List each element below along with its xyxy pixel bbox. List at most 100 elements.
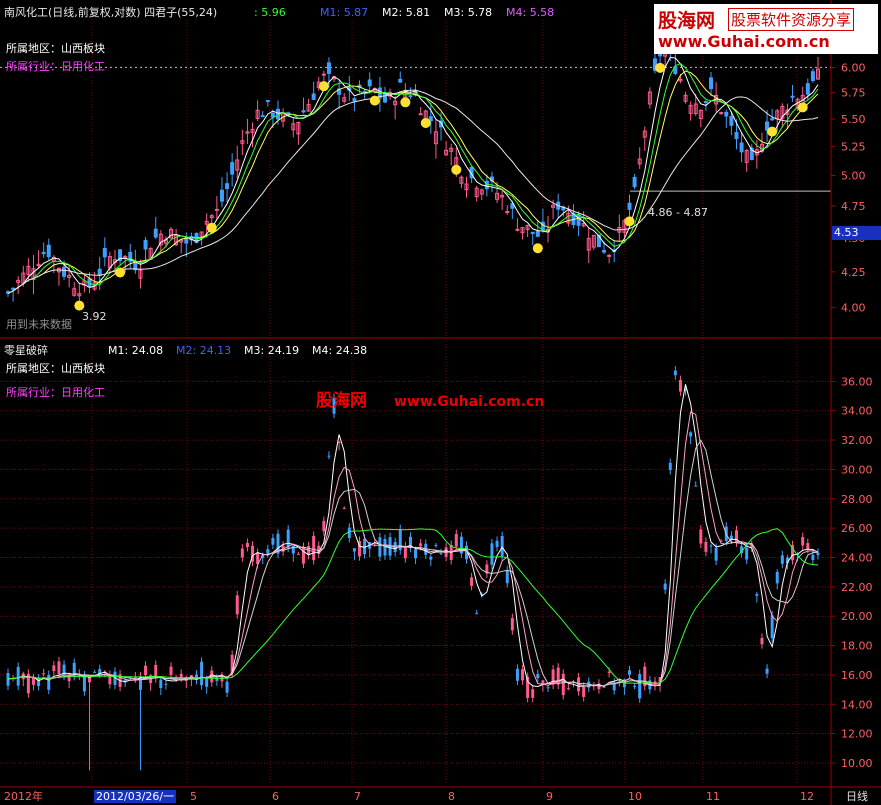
candle-body <box>734 132 739 140</box>
signal-marker-4 <box>369 95 380 106</box>
candle-body <box>225 183 230 189</box>
indicator-body <box>470 577 474 586</box>
indicator-body <box>414 549 418 559</box>
period-label[interactable]: 日线 <box>846 790 868 803</box>
x-label-0: 2012年 <box>4 790 43 803</box>
bot-ytick-label-3: 16.00 <box>841 669 873 682</box>
indicator-body <box>82 675 86 692</box>
indicator-body <box>475 613 479 615</box>
indicator-body <box>383 538 387 556</box>
indicator-body <box>678 380 682 392</box>
signal-marker-5 <box>400 97 411 108</box>
indicator-body <box>633 686 637 688</box>
indicator-body <box>352 548 356 552</box>
x-label-4: 7 <box>354 790 361 803</box>
candle-body <box>143 239 148 250</box>
candle-body <box>535 231 540 237</box>
candle-body <box>607 254 612 257</box>
indicator-body <box>689 432 693 437</box>
candle-body <box>311 93 316 100</box>
indicator-body <box>515 668 519 681</box>
candle-body <box>41 251 46 255</box>
indicator-body <box>546 687 550 689</box>
candle-body <box>153 228 158 238</box>
indicator-body <box>745 547 749 560</box>
indicator-body <box>566 688 570 690</box>
signal-marker-7 <box>451 164 462 175</box>
indicator-body <box>235 595 239 615</box>
price-tag: 4.53 <box>832 226 881 240</box>
indicator-body <box>816 552 820 556</box>
indicator-body <box>434 544 438 546</box>
signal-marker-12 <box>797 102 808 113</box>
x-label-7: 10 <box>628 790 642 803</box>
indicator-body <box>495 540 499 547</box>
bot-ytick-label-1: 12.00 <box>841 728 873 741</box>
candle-body <box>530 231 535 234</box>
indicator-body <box>47 674 51 690</box>
indicator-body <box>342 508 346 510</box>
candle-body <box>230 162 235 175</box>
candle-body <box>602 250 607 253</box>
x-label-5: 8 <box>448 790 455 803</box>
signal-marker-11 <box>767 126 778 137</box>
indicator-body <box>312 535 316 561</box>
top-value-label: : 5.96 <box>254 6 286 19</box>
candle-body <box>729 116 734 126</box>
indicator-body <box>505 570 509 584</box>
logo-name: 股海网 <box>658 10 716 32</box>
bottom-m2: M2: 24.13 <box>176 344 232 357</box>
bot-ytick-label-6: 22.00 <box>841 581 873 594</box>
logo-tag: 股票软件资源分享 <box>728 8 855 31</box>
indicator-body <box>225 681 229 693</box>
indicator-body <box>200 661 204 686</box>
top-region: 所属地区：山西板块 <box>6 42 105 55</box>
bot-ytick-label-5: 20.00 <box>841 610 873 623</box>
indicator-body <box>16 666 20 686</box>
candle-body <box>418 113 423 116</box>
candle-body <box>770 118 775 121</box>
indicator-body <box>500 536 504 557</box>
candle-body <box>46 244 51 258</box>
indicator-body <box>322 520 326 532</box>
indicator-body <box>286 529 290 548</box>
indicator-m1 <box>7 384 819 688</box>
signal-marker-2 <box>206 222 217 233</box>
top-ytick-label-6: 5.50 <box>841 113 866 126</box>
signal-marker-6 <box>420 117 431 128</box>
site-logo: 股海网 股票软件资源分享 www.Guhai.com.cn <box>654 4 878 54</box>
candle-body <box>62 266 67 277</box>
candle-body <box>398 78 403 83</box>
candle-body <box>321 73 326 76</box>
indicator-body <box>714 547 718 561</box>
indicator-body <box>780 555 784 564</box>
candle-body <box>484 180 489 190</box>
indicator-body <box>582 686 586 698</box>
indicator-body <box>378 537 382 557</box>
bot-ytick-label-4: 18.00 <box>841 640 873 653</box>
top-m2: M2: 5.81 <box>382 6 431 19</box>
indicator-body <box>699 529 703 544</box>
bot-ytick-label-0: 10.00 <box>841 757 873 770</box>
bot-ytick-label-7: 24.00 <box>841 551 873 564</box>
indicator-body <box>607 671 611 673</box>
bot-ytick-label-11: 32.00 <box>841 434 873 447</box>
indicator-body <box>561 673 565 696</box>
candle-body <box>505 210 510 213</box>
indicator-body <box>347 527 351 539</box>
candle-body <box>265 99 270 102</box>
range-label: 4.86 - 4.87 <box>648 206 708 219</box>
bottom-m3: M3: 24.19 <box>244 344 300 357</box>
top-m1: M1: 5.87 <box>320 6 369 19</box>
top-ytick-label-3: 4.75 <box>841 200 866 213</box>
top-m4: M4: 5.58 <box>506 6 555 19</box>
candle-body <box>709 77 714 90</box>
bot-ytick-label-2: 14.00 <box>841 698 873 711</box>
bottom-m4: M4: 24.38 <box>312 344 368 357</box>
indicator-body <box>439 553 443 555</box>
signal-marker-1 <box>115 267 126 278</box>
indicator-body <box>327 455 331 457</box>
indicator-body <box>93 671 97 673</box>
signal-marker-3 <box>318 81 329 92</box>
indicator-body <box>628 670 632 675</box>
